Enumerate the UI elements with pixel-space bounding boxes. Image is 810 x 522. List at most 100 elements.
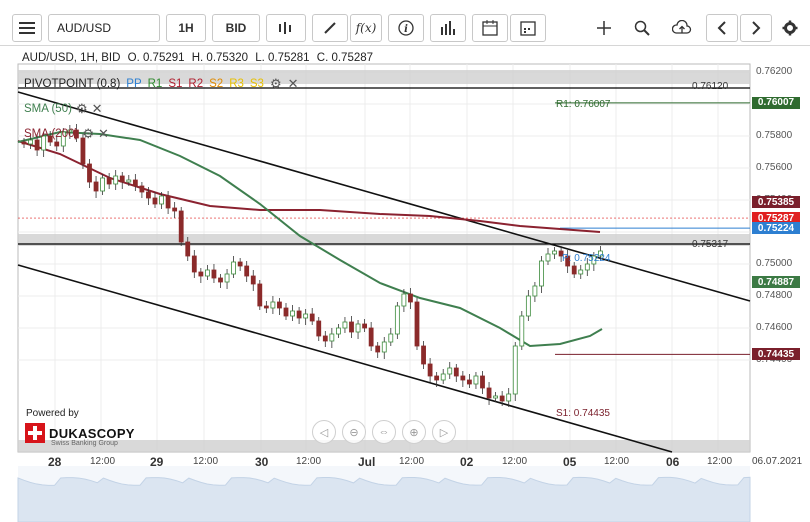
draw-button[interactable]: [312, 14, 348, 42]
candle-body: [231, 261, 237, 275]
dukascopy-logo: DUKASCOPY Swiss Banking Group: [25, 421, 135, 447]
low-value: L. 0.75281: [255, 52, 310, 64]
candle-body: [185, 241, 191, 257]
candle-body: [21, 141, 27, 145]
draw-icon: [324, 22, 336, 34]
candle-body: [466, 379, 472, 385]
crosshair-icon: [597, 21, 611, 35]
info-button[interactable]: i: [388, 14, 424, 42]
candle-body: [237, 261, 243, 267]
scroll-left-button[interactable]: [706, 14, 738, 42]
high-value: H. 0.75320: [191, 52, 248, 64]
candle-body: [172, 207, 178, 212]
candle-body: [414, 301, 420, 347]
function-button[interactable]: f(x): [350, 14, 382, 42]
y-tick-label: 0.75000: [756, 258, 793, 269]
zoom-in-button[interactable]: ⊕: [402, 420, 426, 444]
upper-band-label: 0.76120: [692, 81, 729, 92]
candle-body: [322, 335, 328, 342]
x-tick-label: 12:00: [90, 456, 116, 467]
x-tick-label: 28: [48, 455, 62, 469]
crosshair-button[interactable]: [588, 14, 620, 42]
chart-type-button[interactable]: [266, 14, 306, 42]
zoom-out-button[interactable]: ⊖: [342, 420, 366, 444]
candle-body: [204, 269, 210, 277]
chart-nav-controls: ◁ ⊖ ⇔ ⊕ ▷: [312, 420, 456, 444]
pan-left-button[interactable]: ◁: [312, 420, 336, 444]
candle-body: [349, 321, 354, 333]
sma200-label: SMA (200): [24, 128, 79, 140]
calendar-grid-icon: [520, 21, 536, 36]
zoom-icon: [634, 20, 650, 36]
candle-body: [506, 393, 512, 402]
candle-body: [224, 273, 230, 283]
lower-band-label: 0.75317: [692, 239, 729, 250]
zoom-button[interactable]: [626, 14, 658, 42]
timeframe-button[interactable]: 1H: [166, 14, 206, 42]
plot-frame: [17, 63, 751, 453]
pivot-s2: S2: [209, 78, 224, 90]
scroll-right-button[interactable]: [740, 14, 772, 42]
sma50-remove-icon[interactable]: ✕: [92, 101, 103, 117]
candle-body: [453, 367, 459, 377]
candle-body: [152, 197, 158, 205]
reset-zoom-button[interactable]: ⇔: [372, 420, 396, 444]
chart-area[interactable]: AUD/USD, 1H, BID O. 0.75291 H. 0.75320 L…: [0, 46, 810, 522]
candle-body: [211, 269, 217, 279]
candle-body: [532, 285, 538, 297]
toolbar: AUD/USD 1H BID f(x) i: [0, 0, 810, 46]
price-tag: 0.75385: [752, 196, 800, 209]
candle-body: [447, 367, 453, 375]
candle-body: [54, 141, 60, 147]
price-tag: 0.75224: [752, 222, 800, 235]
symbol-select[interactable]: AUD/USD: [48, 14, 160, 42]
calendar-button[interactable]: [472, 14, 508, 42]
y-tick-label: 0.75800: [756, 130, 793, 141]
menu-icon: [19, 22, 35, 34]
sma50-settings-icon[interactable]: ⚙: [76, 101, 88, 117]
menu-button[interactable]: [12, 14, 42, 42]
sma50-legend[interactable]: SMA (50) ⚙ ✕: [24, 101, 103, 117]
y-tick-label: 0.76200: [756, 66, 793, 77]
candle-body: [368, 327, 374, 347]
candle-body: [381, 341, 387, 353]
candle-body: [486, 387, 492, 399]
pan-right-button[interactable]: ▷: [432, 420, 456, 444]
candle-body: [296, 310, 302, 319]
candle-body: [408, 293, 413, 303]
events-button[interactable]: [510, 14, 546, 42]
x-tick-label: 05: [563, 455, 577, 469]
pivot-indicator-legend[interactable]: PIVOTPOINT (0,8) PP R1 S1 R2 S2 R3 S3 ⚙ …: [24, 76, 301, 92]
candle-body: [93, 181, 99, 192]
candle-body: [113, 175, 119, 185]
ohlc-readout: AUD/USD, 1H, BID O. 0.75291 H. 0.75320 L…: [22, 52, 377, 64]
indicators-button[interactable]: [430, 14, 466, 42]
candle-body: [303, 313, 309, 319]
pivot-r3: R3: [229, 78, 244, 90]
settings-button[interactable]: [776, 14, 804, 42]
x-tick-label: 12:00: [193, 456, 219, 467]
x-tick-label: 12:00: [502, 456, 528, 467]
arrow-right-icon: [752, 21, 761, 35]
x-tick-label: 12:00: [296, 456, 322, 467]
sma50-label: SMA (50): [24, 103, 72, 115]
candle-body: [499, 395, 505, 402]
price-side-button[interactable]: BID: [212, 14, 260, 42]
sma200-remove-icon[interactable]: ✕: [98, 126, 109, 142]
sma200-settings-icon[interactable]: ⚙: [82, 126, 94, 142]
candle-body: [480, 375, 485, 389]
candle-body: [100, 177, 105, 192]
swiss-cross-icon: [25, 423, 45, 443]
price-chart[interactable]: [0, 46, 810, 522]
candle-body: [552, 250, 557, 255]
pivot-remove-icon[interactable]: ✕: [288, 76, 299, 92]
sma200-legend[interactable]: SMA (200) ⚙ ✕: [24, 126, 109, 142]
pivot-settings-icon[interactable]: ⚙: [270, 76, 282, 92]
candle-body: [244, 265, 250, 277]
open-value: O. 0.75291: [127, 52, 185, 64]
candle-body: [257, 283, 263, 307]
pivot-r1: R1: [147, 78, 163, 90]
share-button[interactable]: [664, 14, 700, 42]
candle-body: [119, 175, 125, 183]
candle-body: [388, 333, 394, 343]
